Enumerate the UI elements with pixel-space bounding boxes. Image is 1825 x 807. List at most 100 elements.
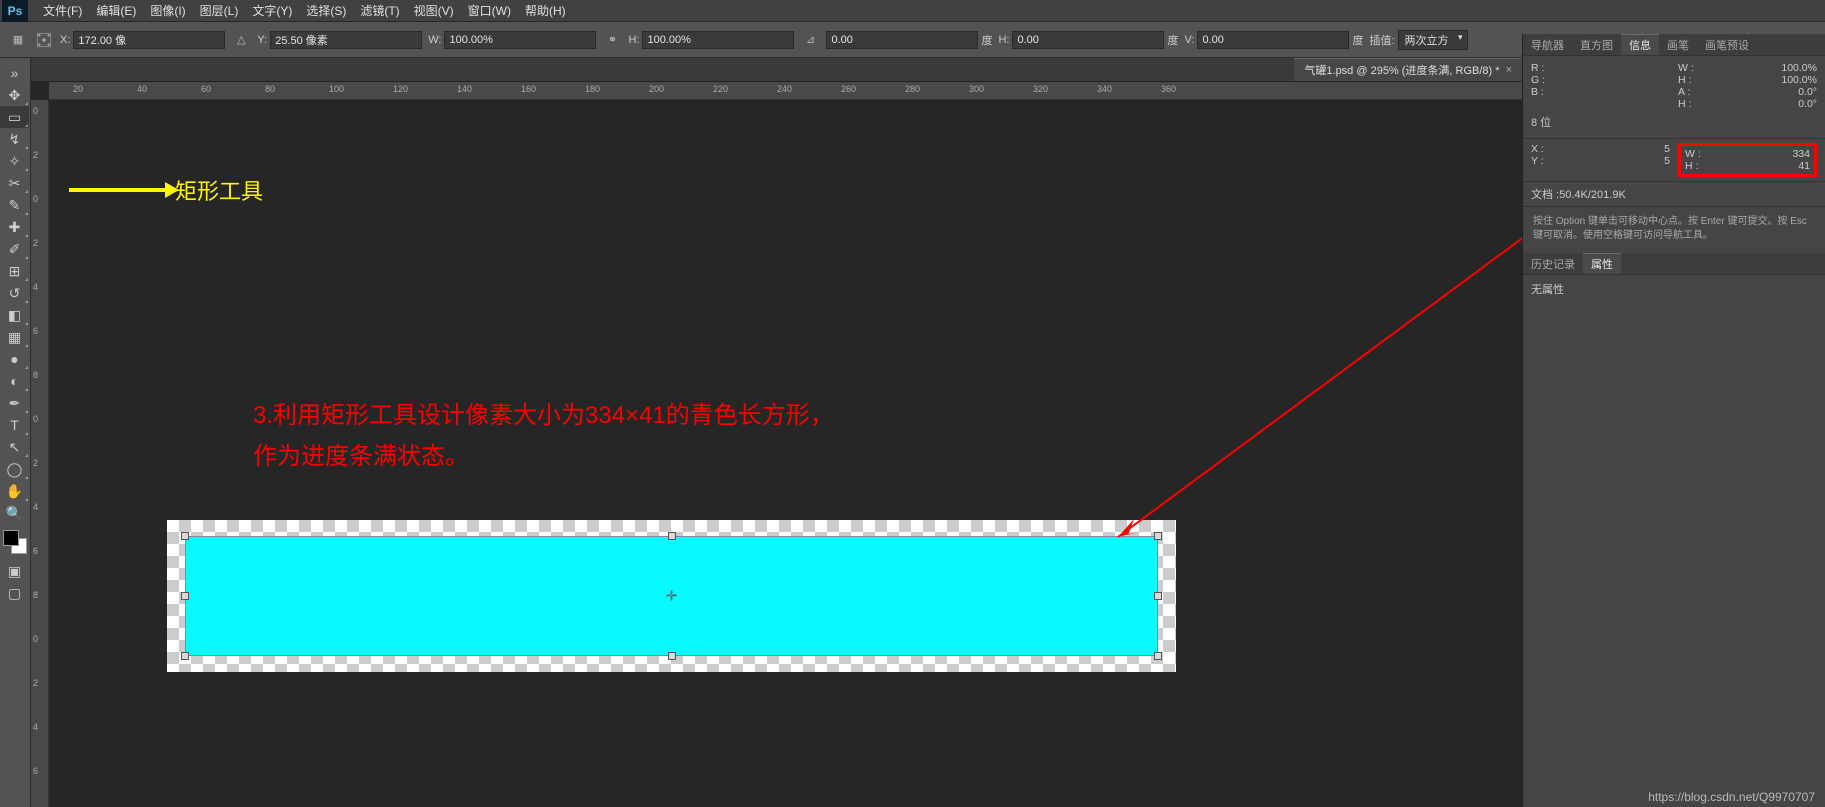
- expand-icon[interactable]: »: [0, 62, 29, 84]
- info-y-label: Y :: [1531, 155, 1553, 167]
- ruler-h-tick: 220: [713, 84, 728, 94]
- progress-canvas: ✛: [167, 520, 1176, 672]
- ruler-v-tick: 2: [33, 150, 38, 160]
- handle-bc[interactable]: [668, 652, 676, 660]
- dodge-tool[interactable]: ◐: [0, 370, 29, 392]
- ruler-v-tick: 2: [33, 678, 38, 688]
- delta-icon[interactable]: △: [231, 30, 251, 50]
- menu-filter[interactable]: 滤镜(T): [353, 0, 406, 21]
- quickmask-icon[interactable]: ▣: [0, 560, 29, 582]
- props-panel-body: 无属性: [1523, 275, 1825, 807]
- ruler-h-tick: 180: [585, 84, 600, 94]
- info-hh-val: 0.0°: [1798, 98, 1817, 110]
- ruler-v-tick: 0: [33, 194, 38, 204]
- fg-color[interactable]: [3, 530, 19, 546]
- menu-image[interactable]: 图像(I): [143, 0, 192, 21]
- gradient-tool[interactable]: ▦: [0, 326, 29, 348]
- ruler-v-tick: 0: [33, 634, 38, 644]
- menu-layer[interactable]: 图层(L): [193, 0, 246, 21]
- tab-info[interactable]: 信息: [1621, 34, 1659, 55]
- handle-tl[interactable]: [181, 532, 189, 540]
- menu-view[interactable]: 视图(V): [407, 0, 461, 21]
- pen-tool[interactable]: ✒: [0, 392, 29, 414]
- info-x-label: X :: [1531, 143, 1553, 155]
- tab-brush[interactable]: 画笔: [1659, 34, 1697, 55]
- menu-window[interactable]: 窗口(W): [461, 0, 518, 21]
- menu-help[interactable]: 帮助(H): [518, 0, 573, 21]
- tab-properties[interactable]: 属性: [1583, 253, 1621, 274]
- ruler-v-tick: 8: [33, 370, 38, 380]
- zoom-tool[interactable]: 🔍: [0, 502, 29, 524]
- info-h2-val: 41: [1798, 160, 1810, 172]
- handle-tc[interactable]: [668, 532, 676, 540]
- color-swatch[interactable]: [3, 530, 27, 554]
- document-tab[interactable]: 气罐1.psd @ 295% (进度条满, RGB/8) * ×: [1294, 58, 1522, 81]
- transform-tool-icon[interactable]: ▦: [8, 30, 28, 50]
- type-tool[interactable]: T: [0, 414, 29, 436]
- screenmode-icon[interactable]: ▢: [0, 582, 29, 604]
- panels: 导航器 直方图 信息 画笔 画笔预设 R : G : B : W :100.0%…: [1522, 34, 1825, 807]
- ruler-h-tick: 360: [1161, 84, 1176, 94]
- shape-tool[interactable]: ◯: [0, 458, 29, 480]
- menu-edit[interactable]: 编辑(E): [89, 0, 143, 21]
- info-h2-label: H :: [1685, 160, 1707, 172]
- magic-wand-tool[interactable]: ✧: [0, 150, 29, 172]
- eraser-tool[interactable]: ◧: [0, 304, 29, 326]
- menu-select[interactable]: 选择(S): [299, 0, 353, 21]
- crop-tool[interactable]: ✂: [0, 172, 29, 194]
- info-w2-label: W :: [1685, 148, 1707, 160]
- tab-histogram[interactable]: 直方图: [1572, 34, 1621, 55]
- canvas-area[interactable]: 气罐1.psd @ 295% (进度条满, RGB/8) * × 2040608…: [31, 58, 1522, 807]
- tab-brush-presets[interactable]: 画笔预设: [1697, 34, 1757, 55]
- move-tool[interactable]: ✥: [0, 84, 29, 106]
- link-icon[interactable]: ⚭: [602, 30, 622, 50]
- info-b-label: B :: [1531, 86, 1553, 98]
- eyedropper-tool[interactable]: ✎: [0, 194, 29, 216]
- opt-x-field[interactable]: [73, 31, 225, 49]
- opt-angle-field[interactable]: [826, 31, 978, 49]
- stamp-tool[interactable]: ⊞: [0, 260, 29, 282]
- info-h1-val: 100.0%: [1781, 74, 1817, 86]
- opt-interp-label: 插值:: [1369, 32, 1394, 48]
- handle-br[interactable]: [1154, 652, 1162, 660]
- ruler-h-tick: 160: [521, 84, 536, 94]
- opt-v-field[interactable]: [1197, 31, 1349, 49]
- path-tool[interactable]: ↖: [0, 436, 29, 458]
- document-tab-bar: 气罐1.psd @ 295% (进度条满, RGB/8) * ×: [31, 58, 1522, 82]
- menu-text[interactable]: 文字(Y): [245, 0, 299, 21]
- history-brush-tool[interactable]: ↺: [0, 282, 29, 304]
- opt-y-field[interactable]: [270, 31, 422, 49]
- ruler-h-tick: 260: [841, 84, 856, 94]
- ruler-h-tick: 300: [969, 84, 984, 94]
- hand-tool[interactable]: ✋: [0, 480, 29, 502]
- handle-mr[interactable]: [1154, 592, 1162, 600]
- brush-tool[interactable]: ✐: [0, 238, 29, 260]
- tab-navigator[interactable]: 导航器: [1523, 34, 1572, 55]
- opt-h2-field[interactable]: [1012, 31, 1164, 49]
- annotation-red: 3.利用矩形工具设计像素大小为334×41的青色长方形， 作为进度条满状态。: [253, 396, 834, 478]
- info-a1-label: A :: [1678, 86, 1700, 98]
- ruler-v-tick: 6: [33, 326, 38, 336]
- opt-h-field[interactable]: [642, 31, 794, 49]
- handle-bl[interactable]: [181, 652, 189, 660]
- opt-w-field[interactable]: [444, 31, 596, 49]
- ruler-h-tick: 120: [393, 84, 408, 94]
- refpoint-icon[interactable]: [34, 30, 54, 50]
- menu-file[interactable]: 文件(F): [36, 0, 89, 21]
- opt-deg1: 度: [981, 32, 992, 48]
- menu-bar: Ps 文件(F) 编辑(E) 图像(I) 图层(L) 文字(Y) 选择(S) 滤…: [0, 0, 1825, 22]
- app-logo: Ps: [2, 0, 28, 22]
- annotation-arrow: 矩形工具: [69, 174, 263, 206]
- info-bits: 8 位: [1531, 110, 1817, 134]
- handle-ml[interactable]: [181, 592, 189, 600]
- tab-history[interactable]: 历史记录: [1523, 253, 1583, 274]
- lasso-tool[interactable]: ↯: [0, 128, 29, 150]
- marquee-tool[interactable]: ▭: [0, 106, 29, 128]
- healing-tool[interactable]: ✚: [0, 216, 29, 238]
- opt-interp-dropdown[interactable]: 两次立方: [1398, 30, 1468, 50]
- tool-bar: » ✥ ▭ ↯ ✧ ✂ ✎ ✚ ✐ ⊞ ↺ ◧ ▦ ● ◐ ✒ T ↖ ◯ ✋ …: [0, 58, 31, 807]
- ruler-v-tick: 4: [33, 502, 38, 512]
- close-tab-icon[interactable]: ×: [1506, 64, 1512, 76]
- ruler-h-tick: 200: [649, 84, 664, 94]
- blur-tool[interactable]: ●: [0, 348, 29, 370]
